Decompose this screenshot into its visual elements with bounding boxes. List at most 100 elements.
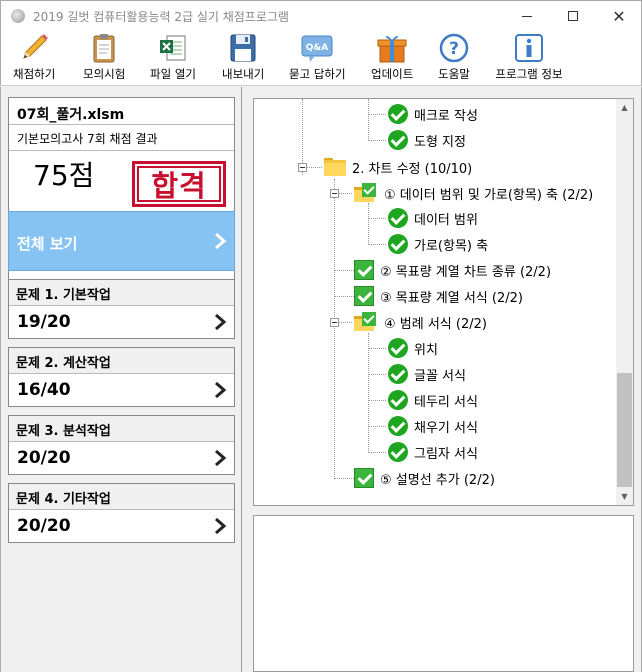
problem-title: 문제 2. 계산작업 bbox=[9, 348, 234, 374]
problem-title: 문제 4. 기타작업 bbox=[9, 484, 234, 510]
minimize-icon bbox=[522, 15, 532, 17]
tree-item[interactable]: 데이터 범위 bbox=[388, 205, 478, 231]
gift-icon bbox=[377, 35, 407, 63]
total-score: 75점 bbox=[33, 159, 95, 192]
tree-line bbox=[368, 333, 369, 451]
checkbox-icon bbox=[354, 286, 374, 306]
svg-text:?: ? bbox=[449, 39, 459, 59]
folder-check-icon bbox=[354, 312, 378, 332]
grade-button[interactable]: 채점하기 bbox=[13, 32, 55, 84]
scrollbar-thumb[interactable] bbox=[617, 373, 632, 487]
tree-line bbox=[368, 452, 386, 453]
tree-item[interactable]: ③ 목표량 계열 서식 (2/2) bbox=[354, 283, 523, 309]
tree-line bbox=[334, 478, 354, 479]
update-button[interactable]: 업데이트 bbox=[371, 32, 413, 84]
problem-score: 20/20 bbox=[17, 448, 71, 468]
question-icon: ? bbox=[439, 33, 469, 63]
scroll-up-icon[interactable]: ▲ bbox=[616, 99, 633, 116]
svg-text:Q&A: Q&A bbox=[306, 43, 328, 53]
tree-item[interactable]: 매크로 작성 bbox=[388, 101, 478, 127]
tree-line bbox=[368, 99, 369, 141]
tree-item[interactable]: 위치 bbox=[388, 335, 438, 361]
collapse-toggle[interactable] bbox=[330, 189, 339, 198]
export-button[interactable]: 내보내기 bbox=[222, 32, 264, 84]
window-title: 2019 길벗 컴퓨터활용능력 2급 실기 채점프로그램 bbox=[33, 10, 289, 24]
tree-line bbox=[368, 244, 386, 245]
chevron-right-icon bbox=[215, 381, 227, 399]
title-bar: 2019 길벗 컴퓨터활용능력 2급 실기 채점프로그램 ✕ bbox=[0, 0, 642, 30]
problem-score: 19/20 bbox=[17, 312, 71, 332]
check-icon bbox=[388, 234, 408, 254]
tree-item[interactable]: ④ 범례 서식 (2/2) bbox=[354, 309, 487, 335]
divider bbox=[9, 124, 234, 125]
tree-item[interactable]: 가로(항목) 축 bbox=[388, 231, 488, 257]
pencil-icon bbox=[23, 34, 49, 59]
check-icon bbox=[388, 364, 408, 384]
mock-exam-button[interactable]: 모의시험 bbox=[83, 32, 125, 84]
problem-2-button[interactable]: 문제 2. 계산작업 16/40 bbox=[8, 347, 235, 407]
problem-title: 문제 3. 분석작업 bbox=[9, 416, 234, 442]
maximize-button[interactable] bbox=[550, 1, 596, 31]
divider bbox=[9, 150, 234, 151]
tree-line bbox=[368, 400, 386, 401]
tree-item[interactable]: 2. 차트 수정 (10/10) bbox=[324, 154, 472, 180]
tree-line bbox=[368, 374, 386, 375]
chevron-right-icon bbox=[215, 517, 227, 535]
tree-line bbox=[368, 426, 386, 427]
checkbox-icon bbox=[354, 260, 374, 280]
chevron-right-icon bbox=[215, 232, 227, 250]
folder-check-icon bbox=[354, 183, 378, 203]
clipboard-icon bbox=[93, 34, 115, 63]
qa-bubble-icon: Q&A bbox=[301, 35, 333, 62]
grading-tree: 매크로 작성 도형 지정 2. 차트 수정 (10/10) ① 데이터 범위 및… bbox=[253, 98, 634, 506]
problem-title: 문제 1. 기본작업 bbox=[9, 280, 234, 306]
tree-line bbox=[334, 179, 335, 479]
check-icon bbox=[388, 338, 408, 358]
check-icon bbox=[388, 208, 408, 228]
problem-4-button[interactable]: 문제 4. 기타작업 20/20 bbox=[8, 483, 235, 543]
detail-panel bbox=[253, 515, 634, 672]
right-panel: 매크로 작성 도형 지정 2. 차트 수정 (10/10) ① 데이터 범위 및… bbox=[243, 87, 642, 672]
help-button[interactable]: ? 도움말 bbox=[438, 32, 470, 84]
tree-line bbox=[368, 140, 386, 141]
left-panel: 07회_풀거.xlsm 기본모의고사 7회 채점 결과 75점 합격 전체 보기… bbox=[0, 87, 242, 672]
tree-item[interactable]: 글꼴 서식 bbox=[388, 361, 466, 387]
problem-1-button[interactable]: 문제 1. 기본작업 19/20 bbox=[8, 279, 235, 339]
tree-line bbox=[334, 296, 354, 297]
close-button[interactable]: ✕ bbox=[596, 1, 642, 31]
tree-item[interactable]: 채우기 서식 bbox=[388, 413, 478, 439]
collapse-toggle[interactable] bbox=[330, 318, 339, 327]
qa-button[interactable]: Q&A 묻고 답하기 bbox=[289, 32, 346, 84]
tree-item[interactable]: ⑤ 설명선 추가 (2/2) bbox=[354, 465, 495, 491]
problem-score: 20/20 bbox=[17, 516, 71, 536]
excel-file-icon bbox=[159, 35, 186, 61]
checkbox-icon bbox=[354, 468, 374, 488]
tree-item[interactable]: 도형 지정 bbox=[388, 127, 466, 153]
tree-line bbox=[368, 218, 386, 219]
minimize-button[interactable] bbox=[504, 1, 550, 31]
check-icon bbox=[388, 390, 408, 410]
folder-icon bbox=[324, 158, 346, 176]
vertical-scrollbar[interactable]: ▲ ▼ bbox=[616, 99, 633, 505]
scroll-down-icon[interactable]: ▼ bbox=[616, 488, 633, 505]
check-icon bbox=[388, 104, 408, 124]
pass-stamp: 합격 bbox=[132, 161, 226, 207]
check-icon bbox=[388, 416, 408, 436]
tree-item[interactable]: ② 목표량 계열 차트 종류 (2/2) bbox=[354, 257, 551, 283]
tree-item[interactable]: 테두리 서식 bbox=[388, 387, 478, 413]
problem-score: 16/40 bbox=[17, 380, 71, 400]
tree-line bbox=[368, 348, 386, 349]
floppy-disk-icon bbox=[230, 34, 256, 62]
tree-line bbox=[368, 114, 386, 115]
program-info-button[interactable]: 프로그램 정보 bbox=[493, 32, 565, 84]
problem-3-button[interactable]: 문제 3. 분석작업 20/20 bbox=[8, 415, 235, 475]
collapse-toggle[interactable] bbox=[298, 163, 307, 172]
chevron-right-icon bbox=[215, 449, 227, 467]
tree-item[interactable]: 그림자 서식 bbox=[388, 439, 478, 465]
open-file-button[interactable]: 파일 열기 bbox=[150, 32, 196, 84]
view-all-button[interactable]: 전체 보기 bbox=[8, 211, 235, 271]
info-icon bbox=[515, 34, 543, 62]
check-icon bbox=[388, 130, 408, 150]
tree-item[interactable]: ① 데이터 범위 및 가로(항목) 축 (2/2) bbox=[354, 180, 593, 206]
check-icon bbox=[388, 442, 408, 462]
